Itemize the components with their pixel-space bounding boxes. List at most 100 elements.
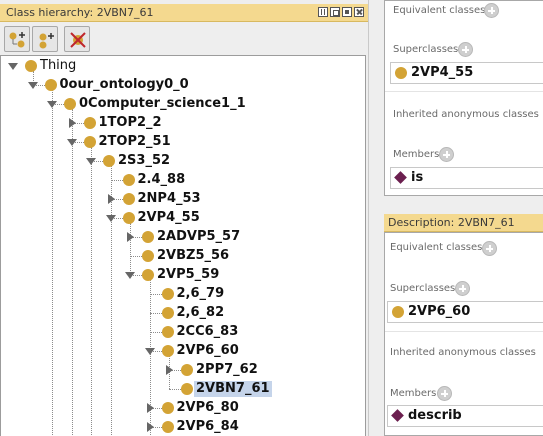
class-label[interactable]: 2NP4_53 bbox=[136, 191, 203, 207]
tree-node[interactable]: 2,6_82 bbox=[1, 304, 365, 322]
delete-class-icon bbox=[70, 32, 86, 48]
panel-window-controls bbox=[318, 7, 364, 17]
expanded-arrow-icon[interactable] bbox=[66, 139, 77, 146]
class-icon bbox=[161, 307, 174, 319]
class-label[interactable]: 2ADVP5_57 bbox=[155, 229, 242, 245]
class-label[interactable]: 2PP7_62 bbox=[194, 362, 260, 378]
collapsed-arrow-icon[interactable] bbox=[146, 403, 154, 413]
superclasses-header: Superclasses bbox=[390, 283, 456, 294]
class-label[interactable]: 2.4_88 bbox=[136, 172, 188, 188]
class-icon bbox=[142, 250, 154, 262]
tree-node[interactable]: 2VP6_84 bbox=[1, 418, 365, 436]
add-sibling-class-button[interactable] bbox=[32, 26, 58, 52]
class-icon bbox=[83, 136, 96, 148]
tree-node[interactable]: 0our_ontology0_0 bbox=[1, 76, 365, 94]
tree-node[interactable]: 2VP4_55 bbox=[1, 209, 365, 227]
pin-icon[interactable] bbox=[318, 7, 328, 17]
class-icon bbox=[395, 67, 407, 79]
expanded-arrow-icon[interactable] bbox=[144, 348, 155, 355]
add-subclass-button[interactable] bbox=[4, 26, 30, 52]
class-label[interactable]: 2VP6_60 bbox=[175, 343, 241, 359]
tree-node[interactable]: 2NP4_53 bbox=[1, 190, 365, 208]
expanded-arrow-icon[interactable] bbox=[86, 158, 96, 165]
class-icon bbox=[161, 402, 174, 414]
tree-node[interactable]: 2VP6_80 bbox=[1, 399, 365, 417]
member-label: describ bbox=[408, 408, 462, 423]
collapsed-arrow-icon[interactable] bbox=[146, 422, 154, 432]
class-hierarchy-title: Class hierarchy: 2VBN7_61 bbox=[6, 6, 154, 19]
superclass-row[interactable]: 2VP6_60 bbox=[387, 301, 543, 323]
add-superclass-icon[interactable] bbox=[455, 281, 470, 296]
class-label[interactable]: 2,6_79 bbox=[175, 286, 227, 302]
superclass-row[interactable]: 2VP4_55 bbox=[390, 62, 543, 84]
class-label[interactable]: 2TOP2_51 bbox=[97, 134, 173, 150]
collapsed-arrow-icon[interactable] bbox=[107, 194, 115, 204]
tree-node[interactable]: 1TOP2_2 bbox=[1, 114, 365, 132]
add-superclass-icon[interactable] bbox=[458, 42, 473, 57]
class-icon bbox=[122, 193, 135, 205]
tree-node[interactable]: 2,6_79 bbox=[1, 285, 365, 303]
add-equivalent-class-icon[interactable] bbox=[484, 3, 499, 18]
add-sibling-class-icon bbox=[39, 33, 54, 49]
expanded-arrow-icon[interactable] bbox=[8, 63, 18, 70]
class-tree[interactable]: Thing 0our_ontology0_0 0Computer_science1_… bbox=[0, 55, 366, 436]
members-header: Members bbox=[393, 149, 440, 160]
expanded-arrow-icon[interactable] bbox=[105, 215, 116, 222]
class-icon bbox=[181, 364, 193, 376]
tree-node[interactable]: 2.4_88 bbox=[1, 171, 365, 189]
tree-node[interactable]: 2VP6_60 bbox=[1, 342, 365, 360]
class-label[interactable]: 0our_ontology0_0 bbox=[58, 77, 191, 93]
tree-node[interactable]: 0Computer_science1_1 bbox=[1, 95, 365, 113]
class-label[interactable]: 2CC6_83 bbox=[175, 324, 241, 340]
class-icon bbox=[161, 326, 174, 338]
tree-node[interactable]: 2VBZ5_56 bbox=[1, 247, 365, 265]
inherited-anonymous-classes-header: Inherited anonymous classes bbox=[393, 109, 539, 120]
class-icon bbox=[142, 231, 154, 243]
expanded-arrow-icon[interactable] bbox=[125, 272, 135, 279]
delete-class-button[interactable] bbox=[64, 26, 90, 52]
tree-node[interactable]: 2S3_52 bbox=[1, 152, 365, 170]
tree-node[interactable]: 2CC6_83 bbox=[1, 323, 365, 341]
class-label[interactable]: 2VBZ5_56 bbox=[155, 248, 231, 264]
tree-node[interactable]: 2TOP2_51 bbox=[1, 133, 365, 151]
equivalent-classes-header: Equivalent classes bbox=[390, 242, 483, 253]
add-member-icon[interactable] bbox=[437, 386, 452, 401]
class-label[interactable]: 1TOP2_2 bbox=[97, 115, 164, 131]
equivalent-classes-header: Equivalent classes bbox=[393, 5, 486, 16]
collapsed-arrow-icon[interactable] bbox=[127, 232, 134, 242]
class-label[interactable]: 2VP4_55 bbox=[136, 210, 202, 226]
class-icon bbox=[64, 98, 76, 110]
float-icon[interactable] bbox=[330, 7, 340, 17]
class-icon bbox=[161, 345, 174, 357]
expanded-arrow-icon[interactable] bbox=[47, 101, 57, 108]
add-member-icon[interactable] bbox=[439, 147, 454, 162]
tree-node[interactable]: 2VP5_59 bbox=[1, 266, 365, 284]
selected-class-label[interactable]: 2VBN7_61 bbox=[194, 381, 272, 397]
class-label[interactable]: 2,6_82 bbox=[175, 305, 227, 321]
tree-node[interactable]: 2ADVP5_57 bbox=[1, 228, 365, 246]
tree-node[interactable]: 2PP7_62 bbox=[1, 361, 365, 379]
class-icon bbox=[161, 288, 174, 300]
tree-node[interactable]: 2VBN7_61 bbox=[1, 380, 365, 398]
class-label[interactable]: 2VP6_80 bbox=[175, 400, 241, 416]
class-icon bbox=[392, 306, 404, 318]
tree-node[interactable]: Thing bbox=[1, 57, 365, 75]
member-row[interactable]: describ bbox=[387, 405, 543, 427]
class-icon bbox=[181, 383, 193, 395]
class-label[interactable]: 2VP5_59 bbox=[155, 267, 221, 283]
divider bbox=[385, 331, 543, 332]
class-label[interactable]: 2VP6_84 bbox=[175, 419, 241, 435]
class-label[interactable]: 2S3_52 bbox=[116, 153, 172, 169]
collapsed-arrow-icon[interactable] bbox=[68, 118, 76, 128]
panel-divider[interactable] bbox=[368, 0, 384, 436]
collapsed-arrow-icon[interactable] bbox=[166, 365, 173, 375]
expanded-arrow-icon[interactable] bbox=[27, 82, 38, 89]
add-equivalent-class-icon[interactable] bbox=[482, 241, 497, 256]
class-icon bbox=[103, 155, 115, 167]
description-panel: Equivalent classes Superclasses 2VP6_60 … bbox=[384, 232, 543, 436]
class-label[interactable]: Thing bbox=[38, 58, 78, 74]
maximize-icon[interactable] bbox=[342, 7, 352, 17]
class-label[interactable]: 0Computer_science1_1 bbox=[77, 96, 248, 112]
close-icon[interactable] bbox=[354, 7, 364, 17]
member-row[interactable]: is bbox=[390, 167, 543, 189]
